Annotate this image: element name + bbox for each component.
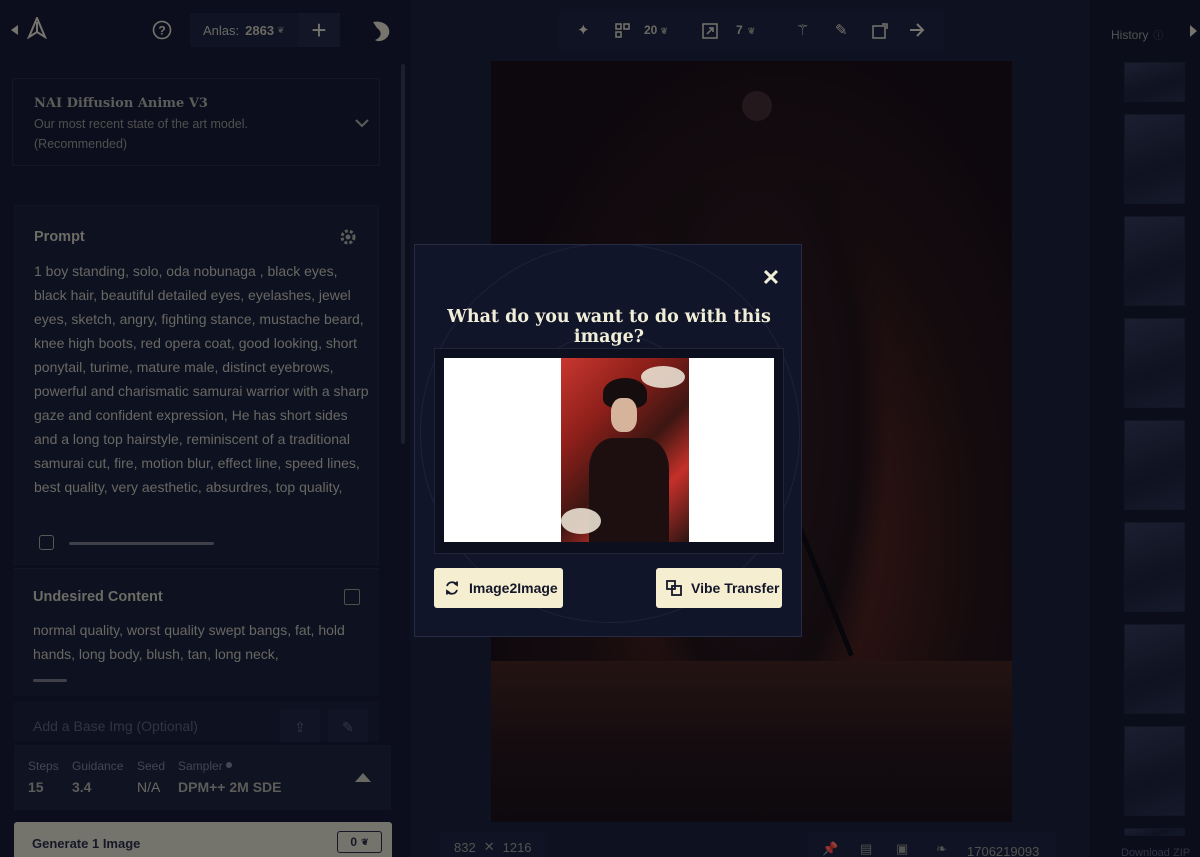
vibe-transfer-button[interactable]: Vibe Transfer bbox=[656, 568, 782, 608]
image-preview-canvas bbox=[444, 358, 774, 542]
image-preview-frame bbox=[434, 348, 784, 554]
image2image-label: Image2Image bbox=[469, 580, 558, 596]
vibe-transfer-icon bbox=[666, 580, 682, 596]
art-cloud bbox=[641, 366, 685, 388]
art-cloud bbox=[561, 508, 601, 534]
art-body bbox=[589, 438, 669, 542]
image-preview bbox=[561, 358, 689, 542]
close-icon[interactable]: ✕ bbox=[760, 267, 782, 289]
vibe-transfer-label: Vibe Transfer bbox=[691, 580, 780, 596]
image2image-button[interactable]: Image2Image bbox=[434, 568, 563, 608]
image-action-modal: ✕ What do you want to do with this image… bbox=[414, 244, 802, 637]
modal-title: What do you want to do with this image? bbox=[447, 307, 771, 347]
art-face bbox=[611, 398, 637, 432]
refresh-icon bbox=[446, 581, 458, 595]
